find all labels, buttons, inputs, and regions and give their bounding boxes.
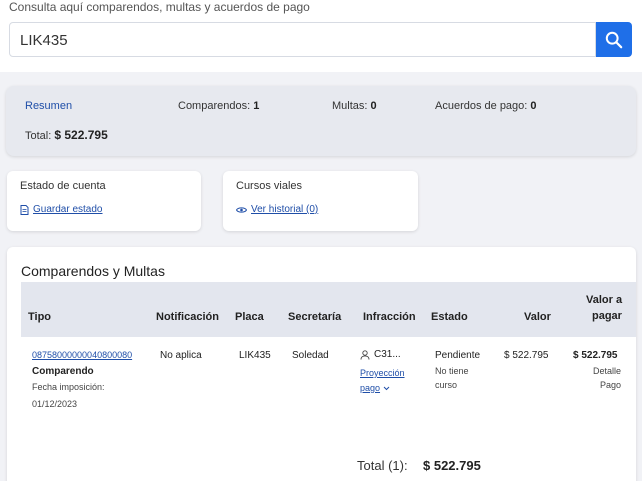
chevron-down-icon	[383, 386, 390, 390]
search-hint: Consulta aquí comparendos, multas y acue…	[9, 0, 310, 14]
ver-historial-label: Ver historial (0)	[251, 204, 319, 215]
row-fecha-label: Fecha imposición:	[32, 382, 105, 392]
table-header-row: Tipo Notificación Placa Secretaría Infra…	[21, 282, 636, 337]
row-fecha: 01/12/2023	[32, 399, 78, 409]
row-infraccion-code: C31...	[374, 349, 401, 360]
proyeccion-pago-toggle[interactable]: pago	[360, 383, 390, 393]
ver-historial-link[interactable]: Ver historial (0)	[236, 204, 318, 215]
estado-cuenta-title: Estado de cuenta	[20, 180, 106, 192]
row-placa: LIK435	[239, 350, 271, 361]
acuerdos-value: 0	[530, 100, 537, 112]
multas-label: Multas:	[332, 100, 368, 112]
guardar-estado-label: Guardar estado	[33, 204, 103, 215]
multas-count: Multas: 0	[332, 100, 377, 112]
table-total-value: $ 522.795	[423, 458, 481, 473]
summary-card: Resumen Comparendos: 1 Multas: 0 Acuerdo…	[6, 86, 636, 156]
header-estado: Estado	[431, 311, 468, 323]
row-estado: Pendiente	[435, 350, 481, 361]
comparendos-count: Comparendos: 1	[178, 100, 259, 112]
row-detalle-link[interactable]: Detalle	[593, 366, 621, 376]
multas-value: 0	[370, 100, 377, 112]
row-valor-pagar: $ 522.795	[573, 350, 618, 361]
header-valor: Valor	[524, 311, 551, 323]
row-curso-2: curso	[435, 380, 458, 390]
comparendos-value: 1	[253, 100, 260, 112]
header-secretaria: Secretaría	[288, 311, 342, 323]
search-icon	[605, 31, 623, 48]
search-button[interactable]	[596, 22, 632, 57]
header-placa: Placa	[235, 311, 264, 323]
table-total-label: Total (1):	[357, 458, 408, 473]
cursos-viales-title: Cursos viales	[236, 180, 303, 192]
summary-title: Resumen	[25, 100, 73, 112]
estado-cuenta-card: Estado de cuenta Guardar estado	[7, 171, 201, 231]
search-input[interactable]	[20, 32, 580, 49]
summary-total: Total: $ 522.795	[25, 128, 108, 142]
summary-total-value: $ 522.795	[54, 128, 108, 142]
row-curso-1: No tiene	[435, 366, 469, 376]
search-box[interactable]	[9, 22, 596, 57]
acuerdos-count: Acuerdos de pago: 0	[435, 100, 537, 112]
row-infraccion: C31...	[360, 349, 401, 360]
comparendo-number-link[interactable]: 08758000000040800080	[32, 350, 132, 360]
table-heading: Comparendos y Multas	[21, 263, 165, 279]
eye-icon	[236, 206, 247, 213]
row-tipo: Comparendo	[32, 366, 94, 377]
row-notificacion: No aplica	[160, 350, 202, 361]
acuerdos-label: Acuerdos de pago:	[435, 100, 528, 112]
header-valor-pagar-2: pagar	[592, 310, 622, 322]
row-valor: $ 522.795	[504, 350, 549, 361]
summary-total-label: Total:	[25, 130, 52, 142]
user-icon	[360, 349, 370, 360]
cursos-viales-card: Cursos viales Ver historial (0)	[223, 171, 418, 231]
guardar-estado-link[interactable]: Guardar estado	[20, 204, 103, 215]
header-tipo: Tipo	[28, 311, 52, 323]
row-secretaria: Soledad	[292, 350, 329, 361]
proyeccion-pago-link-1[interactable]: Proyección	[360, 368, 405, 378]
comparendos-table-card: Comparendos y Multas Tipo Notificación P…	[7, 247, 636, 481]
header-notificacion: Notificación	[156, 311, 219, 323]
row-pago-link[interactable]: Pago	[600, 380, 621, 390]
header-infraccion: Infracción	[363, 311, 416, 323]
header-valor-pagar-1: Valor a	[586, 294, 623, 306]
search-section: Consulta aquí comparendos, multas y acue…	[0, 0, 642, 72]
document-icon	[20, 204, 29, 215]
comparendos-label: Comparendos:	[178, 100, 251, 112]
proyeccion-pago-link-2[interactable]: pago	[360, 383, 380, 393]
